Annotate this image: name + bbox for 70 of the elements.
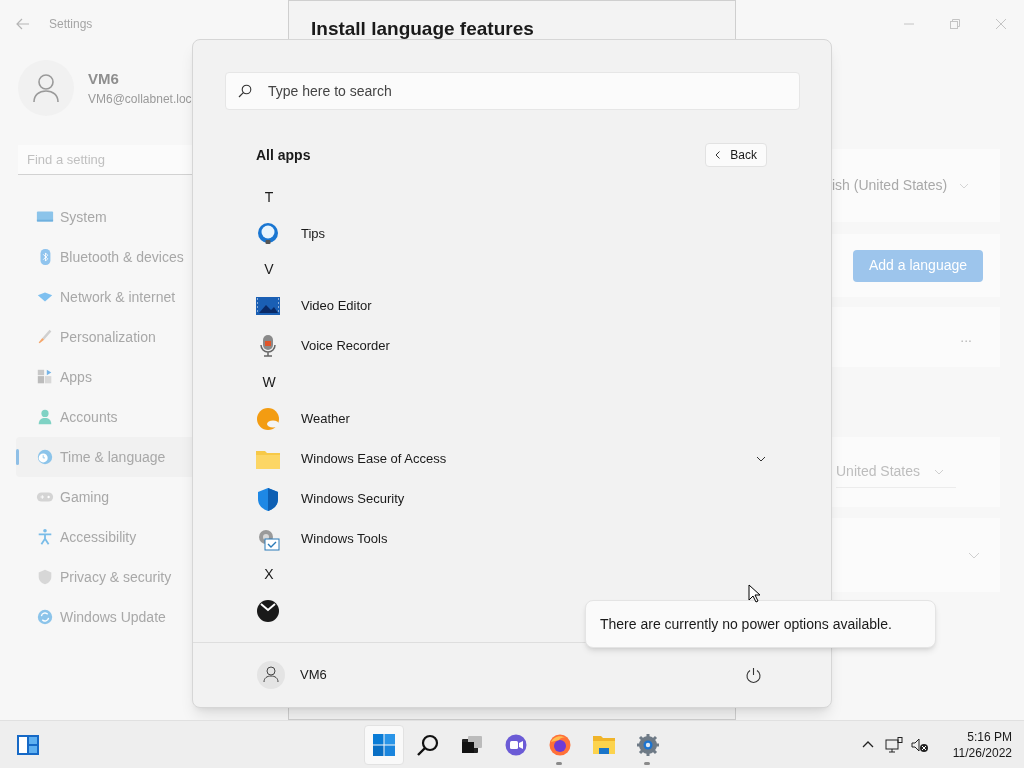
apps-icon [36,368,54,386]
search-icon [238,84,252,98]
lightbulb-icon [256,221,280,246]
gear-icon [636,732,660,757]
nav-item[interactable]: Windows Update [16,597,200,637]
widgets-icon [16,733,40,756]
clock[interactable]: 5:16 PM 11/26/2022 [952,728,1012,761]
network-icon [884,736,903,753]
nav-item[interactable]: Privacy & security [16,557,200,597]
game-icon [256,599,280,623]
language-dropdown[interactable]: ish (United States) [832,169,980,202]
letter-header[interactable]: T [256,186,282,208]
volume-muted-icon [910,736,929,753]
cursor-icon [748,584,761,603]
dialog-title: Install language features [311,17,534,41]
power-icon [744,666,762,684]
nav-item[interactable]: Apps [16,357,200,397]
nav-item[interactable]: Network & internet [16,277,200,317]
search-icon [416,732,440,757]
user-button[interactable]: VM6 [256,655,327,695]
folder-item[interactable]: Windows Ease of Access [256,438,767,479]
sun-cloud-icon [256,406,280,431]
search-field[interactable]: Type here to search [225,72,800,110]
all-apps-heading: All apps [256,145,311,165]
sync-icon [36,608,54,626]
letter-header[interactable]: W [256,371,282,393]
user-email: VM6@collabnet.loc [88,91,192,109]
nav-item[interactable]: Bluetooth & devices [16,237,200,277]
region-dropdown[interactable]: United States [836,456,957,488]
app-item[interactable]: Video Editor [256,286,767,326]
chevron-left-icon [715,151,721,159]
windows-logo-icon [372,732,396,757]
chat-icon [504,732,528,757]
selection-indicator [16,449,19,465]
back-arrow-icon [16,18,30,30]
letter-header[interactable]: X [256,564,282,586]
nav-item[interactable]: Accounts [16,397,200,437]
add-language-button[interactable]: Add a language [853,249,983,282]
app-item[interactable]: Weather [256,398,767,439]
nav-item[interactable]: Accessibility [16,517,200,557]
chevron-down-icon [968,551,980,559]
app-item[interactable]: Windows Tools [256,518,767,559]
person-icon [36,408,54,426]
app-item[interactable]: Voice Recorder [256,326,767,366]
app-item[interactable]: Windows Security [256,478,767,519]
nav-item[interactable]: Gaming [16,477,200,517]
nav-item[interactable]: System [16,197,200,237]
nav-item[interactable]: Personalization [16,317,200,357]
person-icon [256,660,286,690]
person-icon [32,73,60,103]
chevron-up-icon [861,741,874,748]
shield-icon [36,568,54,586]
chevron-down-icon [934,468,945,475]
firefox-icon [548,732,572,757]
back-button[interactable]: Back [705,143,767,167]
clock-icon [36,448,54,466]
restore-icon [950,19,960,29]
chevron-down-icon [756,455,766,462]
user-name: VM6 [88,68,120,89]
window-title: Settings [49,16,93,33]
tooltip: There are currently no power options available. [585,600,936,648]
chevron-down-icon [959,182,970,189]
more-button[interactable]: ... [956,326,976,348]
brush-icon [36,328,54,346]
film-icon [256,294,280,318]
shield-icon [256,486,280,511]
close-icon [996,19,1006,29]
letter-header[interactable]: V [256,259,282,281]
app-item[interactable]: Tips [256,213,767,254]
accessibility-icon [36,528,54,546]
